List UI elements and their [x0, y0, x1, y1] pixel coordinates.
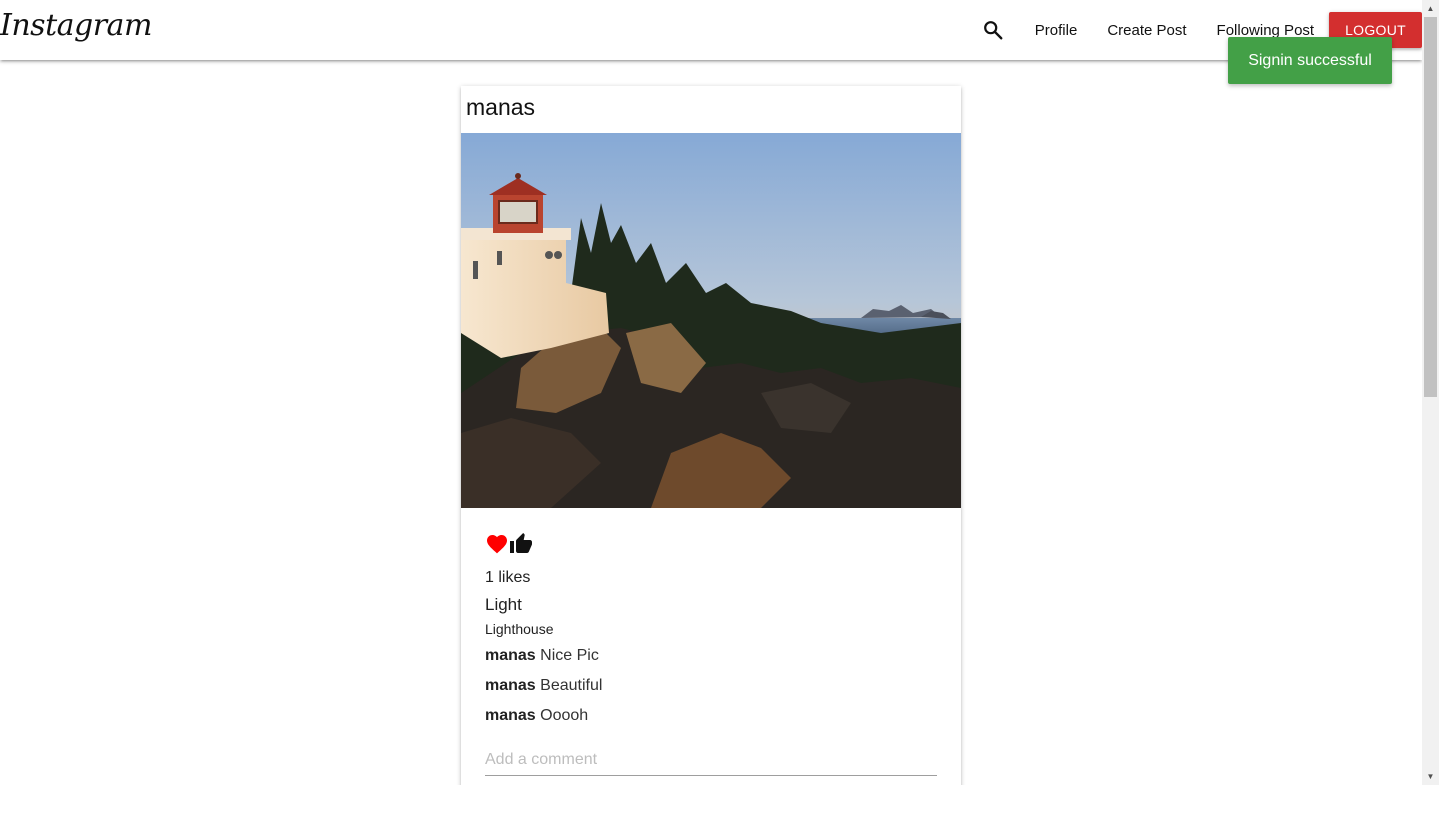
scroll-thumb[interactable] [1424, 17, 1437, 397]
heart-icon[interactable] [485, 532, 509, 556]
window-bottom-edge [0, 785, 1439, 825]
add-comment-input[interactable] [485, 745, 937, 776]
comment-item: manas Beautiful [485, 677, 937, 697]
comment-item: manas Nice Pic [485, 647, 937, 667]
search-icon[interactable] [982, 19, 1004, 41]
nav-link-following-post[interactable]: Following Post [1217, 22, 1315, 39]
comment-author: manas [485, 677, 536, 694]
post-content: 1 likes Light Lighthouse manas Nice Pic … [485, 531, 937, 776]
brand-logo[interactable]: Instagram [0, 8, 152, 43]
likes-count: 1 likes [485, 569, 531, 586]
post-image [461, 133, 961, 508]
post-author[interactable]: manas [466, 94, 535, 121]
nav-link-create-post[interactable]: Create Post [1107, 22, 1186, 39]
post-actions [485, 531, 937, 557]
thumbs-up-icon[interactable] [509, 532, 533, 556]
comment-item: manas Ooooh [485, 707, 937, 727]
vertical-scrollbar[interactable]: ▲ ▼ [1422, 0, 1439, 785]
scroll-up-arrow-icon[interactable]: ▲ [1422, 0, 1439, 17]
signin-toast: Signin successful [1228, 37, 1392, 84]
top-navbar: Instagram Profile Create Post Following … [0, 0, 1422, 60]
post-card: manas 1 likes Light Lighthouse manas Nic… [461, 86, 961, 785]
comment-author: manas [485, 707, 536, 724]
post-body: Lighthouse [485, 621, 554, 637]
comment-text: Beautiful [535, 677, 603, 694]
post-title: Light [485, 595, 522, 614]
nav-link-profile[interactable]: Profile [1035, 22, 1078, 39]
page-viewport: Instagram Profile Create Post Following … [0, 0, 1422, 785]
comment-text: Nice Pic [535, 647, 599, 664]
scroll-down-arrow-icon[interactable]: ▼ [1422, 768, 1439, 785]
comment-author: manas [485, 647, 536, 664]
comment-text: Ooooh [535, 707, 589, 724]
